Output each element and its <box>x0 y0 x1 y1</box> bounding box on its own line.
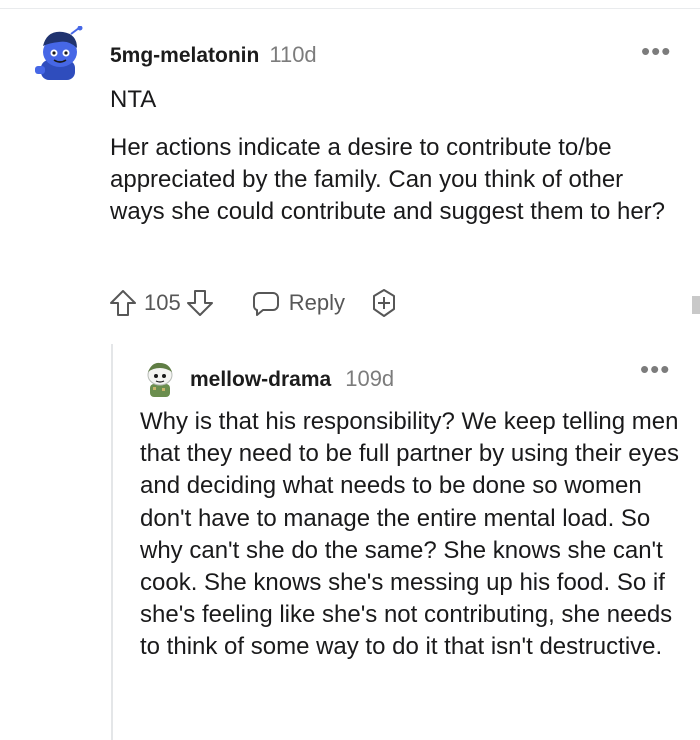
reply-more-options-icon[interactable]: ••• <box>640 356 670 382</box>
downvote-arrow-icon[interactable] <box>185 288 215 318</box>
top-divider <box>0 8 700 9</box>
speech-bubble-icon <box>252 292 279 316</box>
comment-verdict: NTA <box>110 86 157 113</box>
user-avatar[interactable] <box>33 26 87 84</box>
thread-line[interactable] <box>111 344 113 740</box>
comment-body: Her actions indicate a desire to contrib… <box>110 134 665 225</box>
comment-action-bar: 105 Reply <box>108 286 399 320</box>
comment-username[interactable]: 5mg-melatonin <box>110 44 259 68</box>
reply-age: 109d <box>345 366 395 391</box>
comment-age: 110d <box>269 42 317 67</box>
reply-button[interactable]: Reply <box>251 288 345 318</box>
vote-score: 105 <box>144 290 181 315</box>
reply-header: mellow-drama 109d <box>190 366 394 392</box>
reply-user-avatar[interactable] <box>142 360 178 398</box>
upvote-arrow-icon[interactable] <box>108 288 138 318</box>
scrollbar-thumb[interactable] <box>692 296 700 314</box>
reply-body: Why is that his responsibility? We keep … <box>140 408 680 661</box>
more-options-icon[interactable]: ••• <box>641 38 671 64</box>
award-plus-icon[interactable] <box>369 288 399 318</box>
comment-header: 5mg-melatonin 110d <box>110 42 317 68</box>
reply-label: Reply <box>288 290 345 315</box>
reply-username[interactable]: mellow-drama <box>190 368 331 392</box>
